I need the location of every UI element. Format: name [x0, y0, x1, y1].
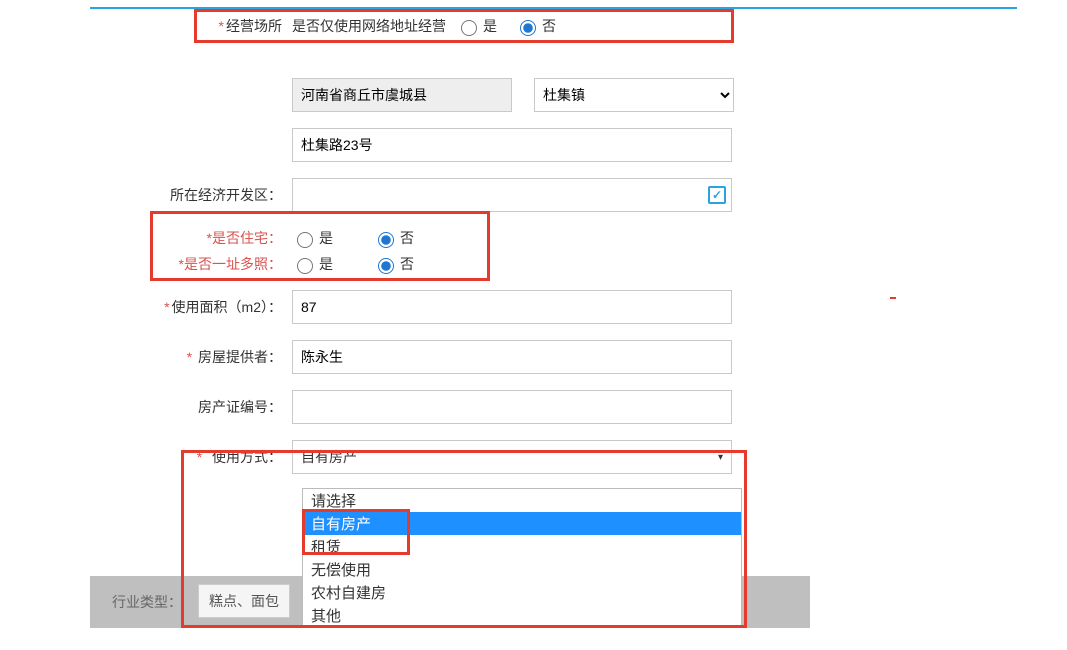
stray-mark — [890, 297, 896, 299]
radio-label: 是 — [483, 16, 497, 36]
devzone-input[interactable] — [292, 178, 732, 212]
label-provider: * 房屋提供者： — [0, 347, 292, 367]
town-select[interactable]: 杜集镇 — [534, 78, 734, 112]
industry-type-button[interactable]: 糕点、面包 — [198, 584, 290, 618]
radio-label: 否 — [542, 16, 556, 36]
multi-no[interactable]: 否 — [373, 254, 414, 274]
form-area: *经营场所 是否仅使用网络地址经营 是 否 杜集镇 — [0, 10, 1067, 474]
area-input[interactable] — [292, 290, 732, 324]
top-accent-line — [90, 7, 1017, 9]
network-only-no[interactable]: 否 — [515, 16, 556, 36]
label-is-residence: *是否住宅： — [0, 228, 292, 248]
usage-option-free[interactable]: 无偿使用 — [303, 558, 741, 581]
radio-network-no[interactable] — [520, 20, 536, 36]
usage-option-other[interactable]: 其他 — [303, 604, 741, 627]
radio-network-yes[interactable] — [461, 20, 477, 36]
label-text: 使用方式： — [212, 449, 282, 465]
label-text: *是否一址多照： — [179, 256, 282, 272]
usage-select[interactable]: 自有房产 ▾ — [292, 440, 732, 474]
region-locked-input — [292, 78, 512, 112]
usage-option-selfbuild[interactable]: 农村自建房 — [303, 581, 741, 604]
devzone-picker-icon[interactable]: ✓ — [708, 186, 726, 204]
network-only-prompt: 是否仅使用网络地址经营 — [292, 16, 446, 36]
radio-residence-no[interactable] — [378, 232, 394, 248]
usage-option-placeholder[interactable]: 请选择 — [303, 489, 741, 512]
usage-option-rent[interactable]: 租赁 — [303, 535, 741, 558]
radio-residence-yes[interactable] — [297, 232, 313, 248]
residence-no[interactable]: 否 — [373, 228, 414, 248]
label-usage: * 使用方式： — [0, 447, 292, 467]
label-business-place: *经营场所 — [0, 16, 292, 36]
provider-input[interactable] — [292, 340, 732, 374]
usage-selected-text: 自有房产 — [301, 447, 357, 467]
radio-label: 否 — [400, 228, 414, 248]
chevron-down-icon: ▾ — [718, 452, 723, 463]
usage-option-own[interactable]: 自有房产 — [303, 512, 741, 535]
label-text: 房屋提供者： — [198, 349, 282, 365]
radio-label: 是 — [319, 228, 333, 248]
radio-multi-no[interactable] — [378, 258, 394, 274]
residence-yes[interactable]: 是 — [292, 228, 333, 248]
radio-label: 是 — [319, 254, 333, 274]
label-industry: 行业类型： — [112, 592, 182, 612]
label-cert: 房产证编号： — [0, 397, 292, 417]
label-multi-license: *是否一址多照： — [0, 254, 292, 274]
label-text: 所在经济开发区： — [170, 187, 282, 203]
radio-label: 否 — [400, 254, 414, 274]
network-only-yes[interactable]: 是 — [456, 16, 497, 36]
usage-dropdown-list[interactable]: 请选择 自有房产 租赁 无偿使用 农村自建房 其他 — [302, 488, 742, 628]
label-text: 房产证编号： — [198, 399, 282, 415]
label-text: 使用面积（m2）： — [172, 299, 282, 315]
address-detail-input[interactable] — [292, 128, 732, 162]
label-text: *是否住宅： — [207, 230, 282, 246]
label-area: *使用面积（m2）： — [0, 297, 292, 317]
cert-input[interactable] — [292, 390, 732, 424]
label-devzone: 所在经济开发区： — [0, 185, 292, 205]
radio-multi-yes[interactable] — [297, 258, 313, 274]
multi-yes[interactable]: 是 — [292, 254, 333, 274]
label-text: 经营场所 — [226, 18, 282, 34]
